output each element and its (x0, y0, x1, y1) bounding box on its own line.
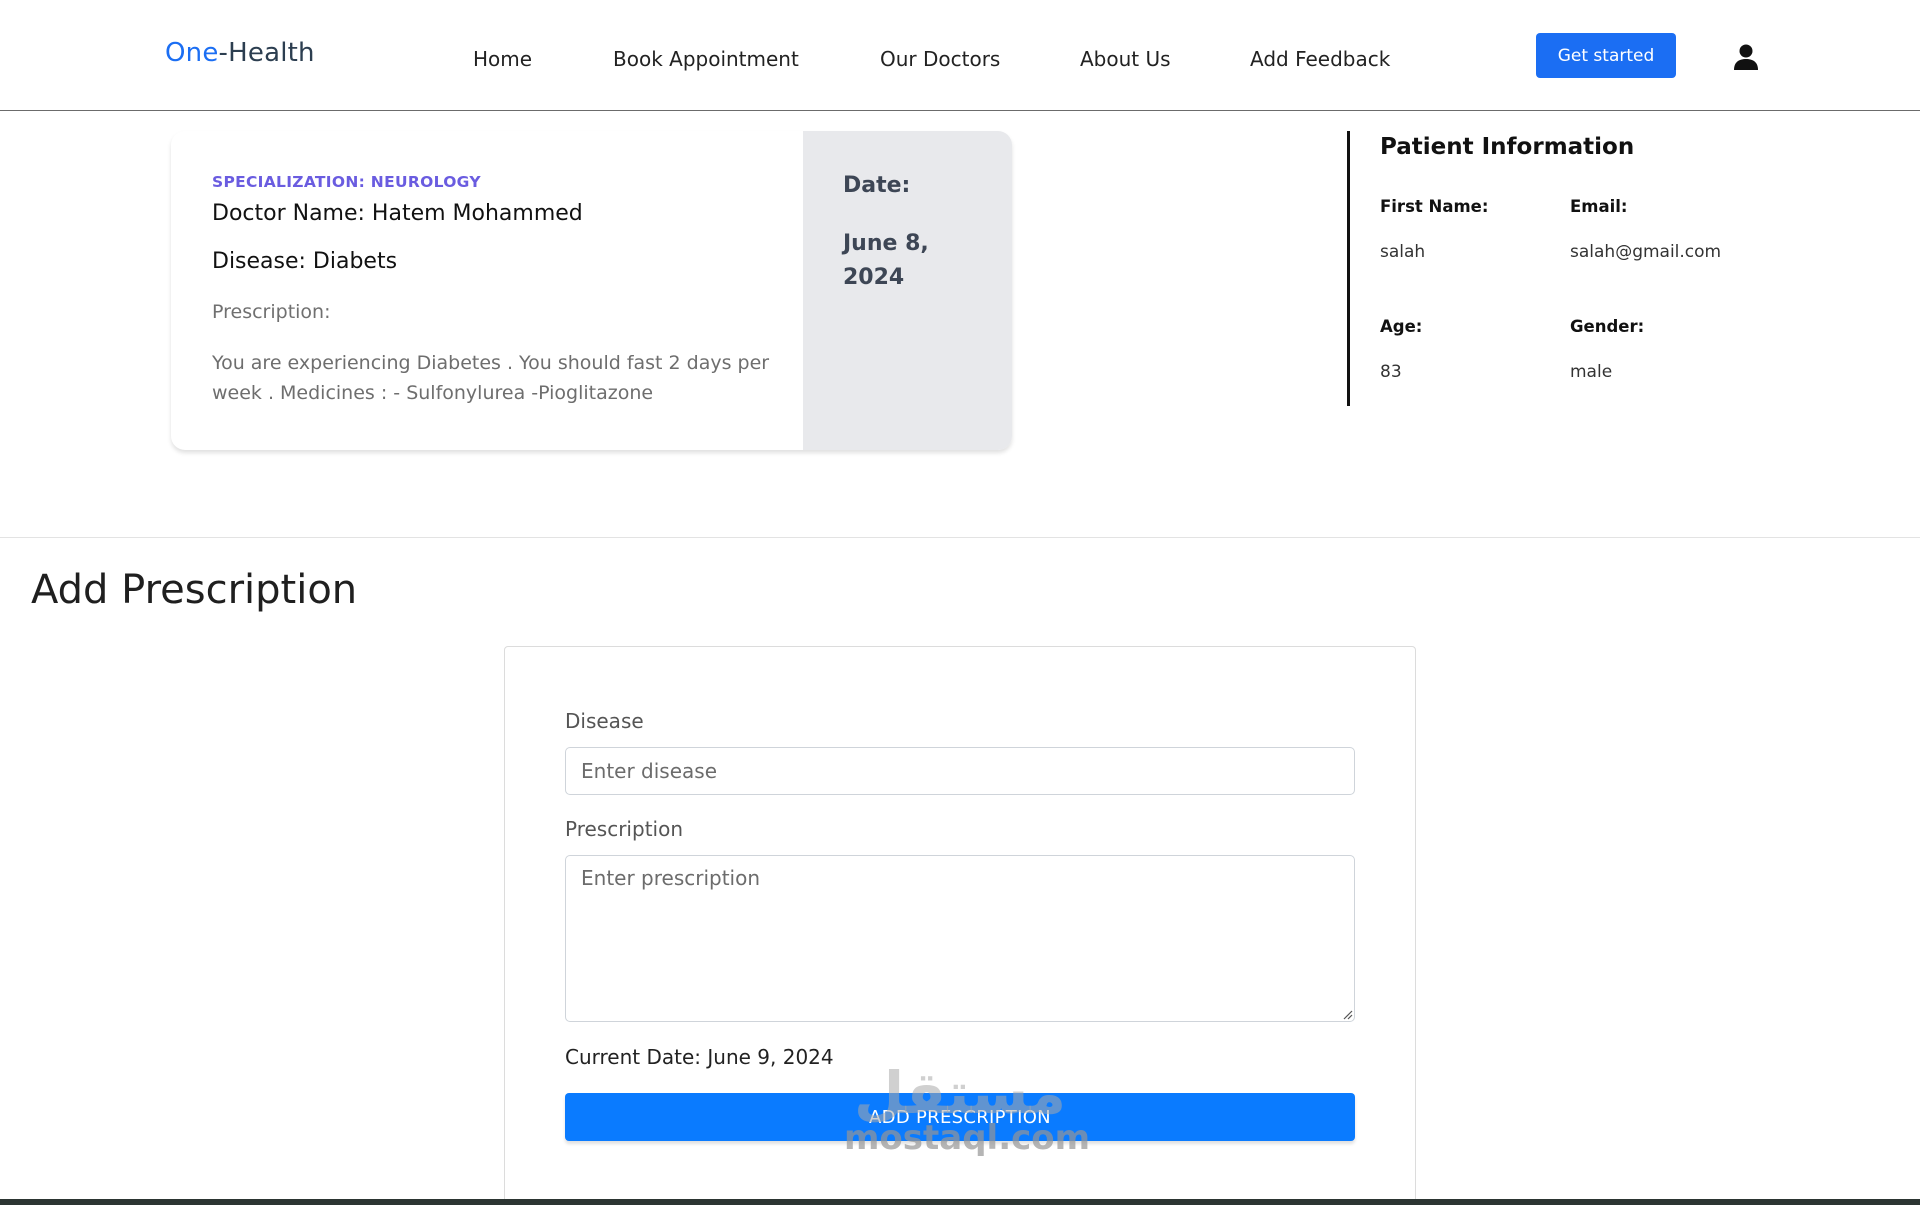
patient-information: Patient Information First Name: Email: s… (1347, 131, 1767, 406)
section-divider (0, 537, 1920, 538)
nav-about-us[interactable]: About Us (1080, 47, 1171, 71)
prescription-field-label: Prescription (565, 817, 683, 841)
patient-info-title: Patient Information (1380, 134, 1635, 160)
brand-logo[interactable]: One-Health (165, 38, 315, 68)
nav-home[interactable]: Home (473, 47, 532, 71)
nav-book-appointment[interactable]: Book Appointment (613, 47, 799, 71)
prescription-textarea[interactable] (565, 855, 1355, 1022)
navbar: One-Health Home Book Appointment Our Doc… (0, 0, 1920, 111)
appointment-card: SPECIALIZATION: NEUROLOGY Doctor Name: H… (171, 131, 1012, 450)
first-name-label: First Name: (1380, 197, 1489, 216)
email-label: Email: (1570, 197, 1628, 216)
prescription-text: You are experiencing Diabetes . You shou… (212, 352, 770, 404)
add-prescription-button[interactable]: ADD PRESCRIPTION (565, 1093, 1355, 1141)
appointment-details: SPECIALIZATION: NEUROLOGY Doctor Name: H… (171, 131, 803, 450)
gender-label: Gender: (1570, 317, 1645, 336)
prescription-label: Prescription: (212, 301, 331, 323)
disease-text: Disease: Diabets (212, 249, 398, 274)
doctor-name: Doctor Name: Hatem Mohammed (212, 201, 583, 226)
disease-input[interactable] (565, 747, 1355, 795)
appointment-date-panel: Date: June 8, 2024 (803, 131, 1012, 450)
footer-edge (0, 1199, 1920, 1205)
email-value: salah@gmail.com (1570, 242, 1722, 262)
nav-our-doctors[interactable]: Our Doctors (880, 47, 1000, 71)
first-name-value: salah (1380, 242, 1426, 262)
add-prescription-title: Add Prescription (31, 567, 358, 613)
age-label: Age: (1380, 317, 1423, 336)
gender-value: male (1570, 362, 1613, 382)
date-label: Date: (843, 173, 911, 198)
brand-name-part2: -Health (218, 38, 315, 68)
disease-field-label: Disease (565, 709, 644, 733)
nav-add-feedback[interactable]: Add Feedback (1250, 47, 1390, 71)
prescription-form: Disease Prescription Current Date: June … (504, 646, 1416, 1205)
age-value: 83 (1380, 362, 1402, 382)
current-date: Current Date: June 9, 2024 (565, 1045, 834, 1069)
brand-name-part1: One (165, 38, 219, 68)
get-started-button[interactable]: Get started (1536, 33, 1676, 78)
date-value: June 8, 2024 (843, 231, 929, 290)
specialization-label: SPECIALIZATION: NEUROLOGY (212, 173, 481, 191)
user-icon[interactable] (1733, 43, 1759, 71)
resize-handle-icon[interactable] (1343, 1005, 1353, 1020)
